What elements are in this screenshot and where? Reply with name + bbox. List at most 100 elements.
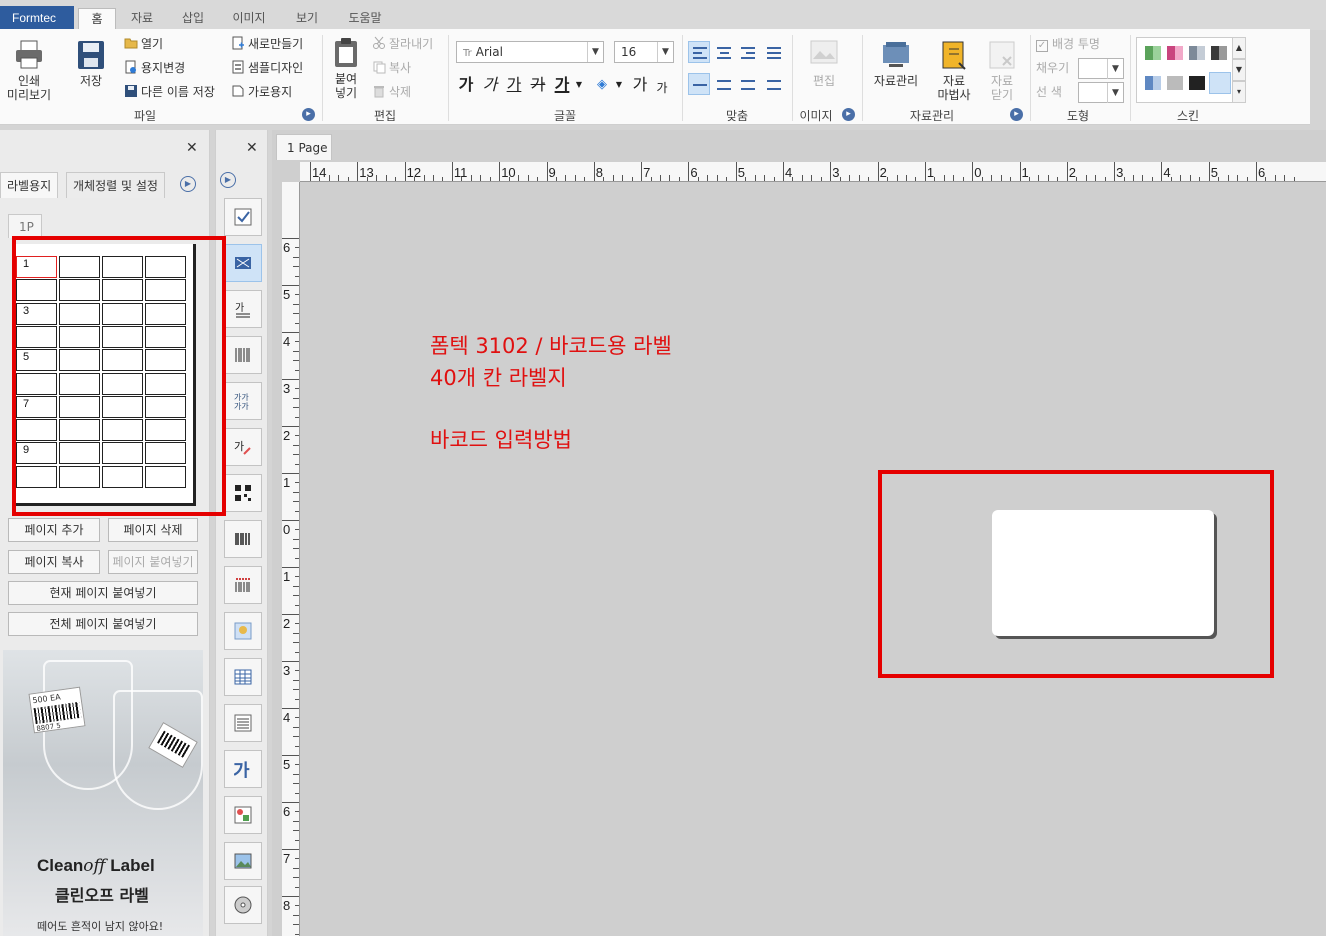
skin-more-icon[interactable]: ▾	[1232, 81, 1246, 103]
barcode-tool-button[interactable]	[224, 520, 262, 558]
stamp-tool-button[interactable]	[224, 612, 262, 650]
highlight-dropdown-icon[interactable]: ▼	[614, 74, 624, 96]
tab-object-arrange[interactable]: 개체정렬 및 설정	[66, 172, 165, 198]
skin-selected-icon[interactable]	[1209, 72, 1231, 94]
skin-pink-icon[interactable]	[1167, 46, 1183, 60]
image-tool-button[interactable]	[224, 842, 262, 880]
font-color-button[interactable]: 가	[552, 74, 572, 96]
page-chip[interactable]: 1P	[8, 214, 42, 238]
play-icon[interactable]: ▶	[180, 176, 196, 192]
multi-select-tool-button[interactable]	[224, 244, 262, 282]
table-tool-button[interactable]	[224, 658, 262, 696]
select-tool-button[interactable]	[224, 198, 262, 236]
ruler-minor-tick	[678, 177, 680, 181]
new-document-button[interactable]: 새로만들기	[231, 34, 303, 54]
menu-tab-image[interactable]: 이미지	[224, 8, 274, 30]
qr-code-tool-button[interactable]	[224, 474, 262, 512]
data-close-button[interactable]: 자료 닫기	[982, 39, 1022, 102]
data-group-launcher-icon[interactable]: ▸	[1010, 108, 1023, 121]
menu-tab-view[interactable]: 보기	[288, 8, 326, 30]
print-preview-button[interactable]: 인쇄 미리보기	[4, 39, 54, 102]
label-preview[interactable]	[992, 510, 1214, 636]
ruler-minor-tick	[1293, 177, 1295, 181]
valign-center-button[interactable]	[712, 73, 734, 95]
font-size-combo[interactable]: 16 ▼	[614, 41, 674, 63]
transparent-background-checkbox[interactable]: ✓ 배경 투명	[1036, 34, 1100, 54]
align-right-top-button[interactable]	[736, 41, 758, 63]
skin-scroll-up-icon[interactable]: ▲	[1232, 37, 1246, 59]
copy-button[interactable]: 복사	[372, 58, 411, 78]
promo-banner[interactable]: 500 EA 8807 5 Cleanoff Label 클린오프 라벨 떼어도…	[3, 650, 203, 936]
play-icon[interactable]: ▶	[220, 172, 236, 188]
ruler-tick	[282, 567, 299, 568]
valign-bottom-button[interactable]	[736, 73, 758, 95]
line-color-picker[interactable]: ▼	[1078, 82, 1124, 103]
ruler-minor-tick	[1274, 175, 1276, 181]
file-group-launcher-icon[interactable]: ▸	[302, 108, 315, 121]
font-shrink-button[interactable]: 가	[652, 77, 672, 99]
save-button[interactable]: 저장	[70, 39, 112, 88]
skin-green-icon[interactable]	[1145, 46, 1161, 60]
skin-gray-icon[interactable]	[1189, 46, 1205, 60]
ruler-minor-tick	[1010, 177, 1012, 181]
save-as-button[interactable]: 다른 이름 저장	[124, 82, 215, 102]
underline-button[interactable]: 가	[504, 74, 524, 96]
landscape-paper-button[interactable]: 가로용지	[231, 82, 292, 102]
align-left-top-button[interactable]	[688, 41, 710, 63]
close-icon[interactable]: ✕	[246, 140, 258, 156]
highlight-icon[interactable]: ◈	[590, 74, 614, 96]
design-canvas[interactable]: 1 Page 14 13 12 11 10 9 8 7 6 5 4 3 2 1 0 1 2 3 4 5 6 654321…	[272, 130, 1326, 936]
skin-office-icon[interactable]	[1189, 76, 1205, 90]
lines-tool-button[interactable]	[224, 704, 262, 742]
barcode-vertical-tool-button[interactable]	[224, 336, 262, 374]
image-edit-button[interactable]: 편집	[800, 39, 848, 88]
data-wizard-button[interactable]: 자료 마법사	[932, 39, 976, 102]
text-box-tool-button[interactable]: 가	[224, 290, 262, 328]
bold-button[interactable]: 가	[456, 74, 476, 96]
text-style-tool-button[interactable]: 가	[224, 428, 262, 466]
align-justify-top-button[interactable]	[762, 41, 784, 63]
menu-tab-home[interactable]: 홈	[78, 8, 116, 30]
cd-label-tool-button[interactable]	[224, 886, 262, 924]
sample-design-button[interactable]: 샘플디자인	[231, 58, 303, 78]
valign-middle-button[interactable]	[688, 73, 710, 95]
annotation-barcode-method: 바코드 입력방법	[430, 428, 572, 452]
add-page-button[interactable]: 페이지 추가	[8, 518, 100, 542]
valign-distribute-button[interactable]	[762, 73, 784, 95]
skin-scroll-down-icon[interactable]: ▼	[1232, 59, 1246, 81]
paste-current-page-button[interactable]: 현재 페이지 붙여넣기	[8, 581, 198, 605]
ruler-minor-tick	[295, 745, 299, 747]
strikethrough-button[interactable]: 가	[528, 74, 548, 96]
paste-page-button[interactable]: 페이지 붙여넣기	[108, 550, 198, 574]
serial-barcode-tool-button[interactable]	[224, 566, 262, 604]
paste-button[interactable]: 붙여 넣기	[328, 37, 364, 100]
cut-button[interactable]: 잘라내기	[372, 34, 433, 54]
font-grow-button[interactable]: 가	[630, 74, 650, 96]
tab-label-paper[interactable]: 라벨용지	[0, 172, 59, 198]
font-color-dropdown-icon[interactable]: ▼	[574, 74, 584, 96]
italic-button[interactable]: 가	[480, 74, 500, 96]
close-icon[interactable]: ✕	[186, 140, 198, 156]
open-button[interactable]: 열기	[124, 34, 163, 54]
change-paper-button[interactable]: 용지변경	[124, 58, 185, 78]
skin-blue-icon[interactable]	[1145, 76, 1161, 90]
ruler-minor-tick	[295, 388, 299, 390]
text-tool-button[interactable]: 가	[224, 750, 262, 788]
delete-button[interactable]: 삭제	[372, 82, 411, 102]
vertical-text-tool-button[interactable]: 가가 가가	[224, 382, 262, 420]
clipart-tool-button[interactable]	[224, 796, 262, 834]
skin-dark-icon[interactable]	[1211, 46, 1227, 60]
menu-tab-data[interactable]: 자료	[124, 8, 160, 30]
align-center-top-button[interactable]	[712, 41, 734, 63]
menu-tab-insert[interactable]: 삽입	[174, 8, 212, 30]
paste-all-pages-button[interactable]: 전체 페이지 붙여넣기	[8, 612, 198, 636]
skin-silver-icon[interactable]	[1167, 76, 1183, 90]
image-group-launcher-icon[interactable]: ▸	[842, 108, 855, 121]
menu-tab-help[interactable]: 도움말	[340, 8, 390, 30]
copy-page-button[interactable]: 페이지 복사	[8, 550, 100, 574]
data-manage-button[interactable]: 자료관리	[868, 39, 924, 88]
fill-color-picker[interactable]: ▼	[1078, 58, 1124, 79]
delete-page-button[interactable]: 페이지 삭제	[108, 518, 198, 542]
page-tab[interactable]: 1 Page	[276, 134, 332, 160]
font-name-combo[interactable]: Tr Arial ▼	[456, 41, 604, 63]
